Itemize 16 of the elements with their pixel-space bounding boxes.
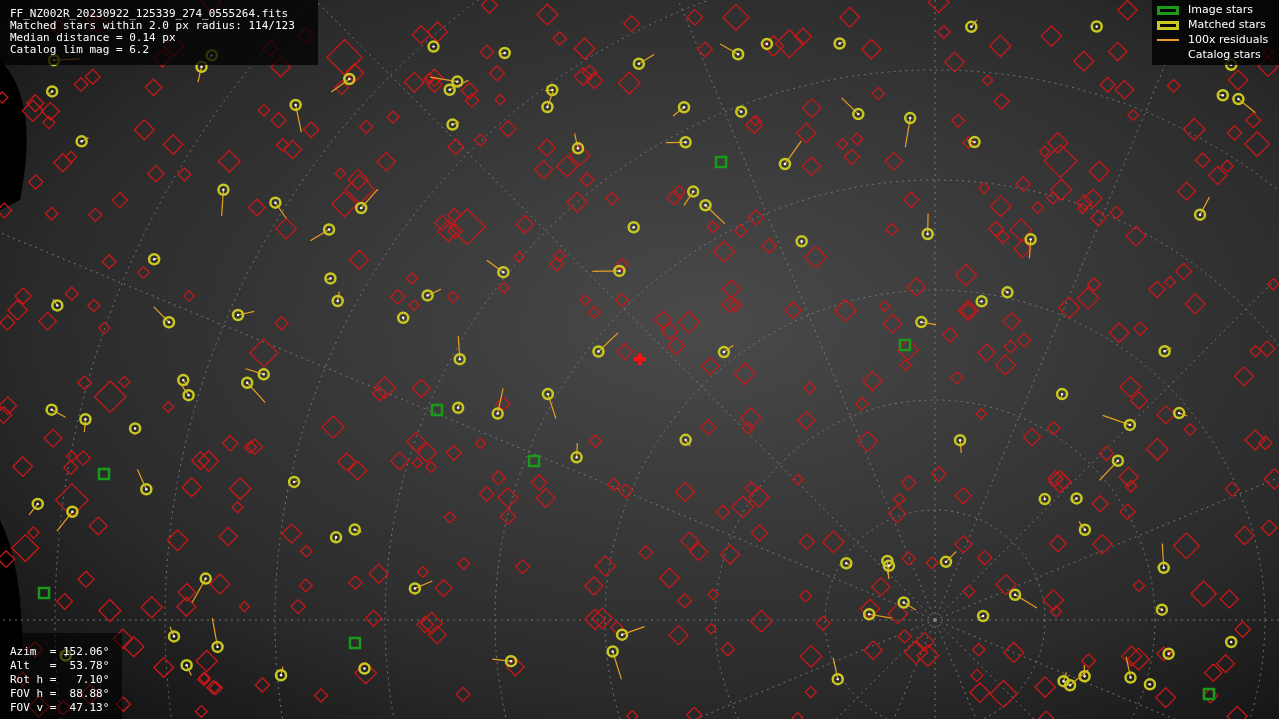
- info-text: Catalog lim mag = 6.2: [10, 44, 151, 56]
- pointing-text: Rot h = 7.10°: [10, 673, 111, 687]
- info-text: Matched stars within 2.0 px radius: 114/123: [10, 20, 296, 32]
- pointing-text: Azim = 152.06°: [10, 645, 111, 659]
- pointing-text: FOV v = 47.13°: [10, 701, 111, 715]
- legend-square-icon: [1157, 20, 1179, 30]
- legend-label: Catalog stars: [1188, 48, 1261, 62]
- info-text: FF_NZ002R_20230922_125339_274_0555264.fits: [10, 8, 290, 20]
- pointing-text: FOV h = 88.88°: [10, 687, 111, 701]
- legend-label: Image stars: [1188, 3, 1253, 17]
- legend-label: 100x residuals: [1188, 33, 1269, 47]
- pointing-text: Alt = 53.78°: [10, 659, 111, 673]
- info-text: Median distance = 0.14 px: [10, 32, 177, 44]
- legend-line-icon: [1157, 39, 1179, 41]
- legend-label: Matched stars: [1188, 18, 1266, 32]
- legend-square-icon: [1157, 5, 1179, 15]
